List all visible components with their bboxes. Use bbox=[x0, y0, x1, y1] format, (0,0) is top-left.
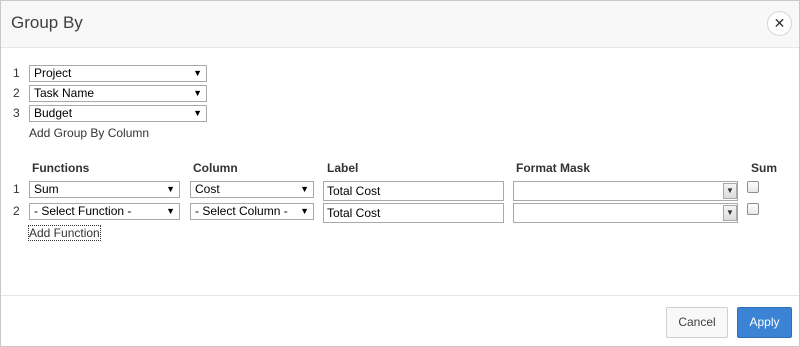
function-row-number: 2 bbox=[13, 204, 20, 218]
group-by-select-3[interactable]: Budget ▼ bbox=[29, 105, 207, 122]
group-by-row-number: 2 bbox=[13, 86, 20, 100]
label-input-1[interactable]: Total Cost bbox=[323, 181, 504, 201]
function-select-value: Sum bbox=[34, 182, 59, 196]
close-icon: ✕ bbox=[773, 15, 786, 31]
column-select-value: - Select Column - bbox=[195, 204, 288, 218]
header-label: Label bbox=[327, 161, 359, 175]
group-by-select-value: Budget bbox=[34, 106, 73, 120]
function-select-1[interactable]: Sum ▼ bbox=[29, 181, 180, 198]
format-mask-dropdown-button[interactable]: ▼ bbox=[723, 205, 737, 221]
header-column: Column bbox=[193, 161, 238, 175]
group-by-row-number: 1 bbox=[13, 66, 20, 80]
add-group-by-column-link[interactable]: Add Group By Column bbox=[29, 126, 149, 140]
cancel-button[interactable]: Cancel bbox=[666, 307, 728, 338]
sum-checkbox-1[interactable] bbox=[747, 181, 759, 193]
sum-checkbox-2[interactable] bbox=[747, 203, 759, 215]
group-by-dialog: Group By ✕ 1 Project ▼ 2 Task Name ▼ 3 B… bbox=[0, 0, 800, 347]
header-sum: Sum bbox=[751, 161, 778, 175]
dropdown-arrow-icon: ▼ bbox=[166, 206, 175, 216]
chevron-down-icon: ▼ bbox=[726, 208, 734, 217]
format-mask-dropdown-button[interactable]: ▼ bbox=[723, 183, 737, 199]
dropdown-arrow-icon: ▼ bbox=[300, 206, 309, 216]
footer-divider bbox=[1, 295, 799, 296]
group-by-select-2[interactable]: Task Name ▼ bbox=[29, 85, 207, 102]
dropdown-arrow-icon: ▼ bbox=[300, 184, 309, 194]
group-by-select-value: Task Name bbox=[34, 86, 95, 100]
label-input-2[interactable]: Total Cost bbox=[323, 203, 504, 223]
column-select-value: Cost bbox=[195, 182, 220, 196]
apply-button[interactable]: Apply bbox=[737, 307, 792, 338]
format-mask-input-1[interactable]: ▼ bbox=[513, 181, 738, 201]
format-mask-input-2[interactable]: ▼ bbox=[513, 203, 738, 223]
function-select-2[interactable]: - Select Function - ▼ bbox=[29, 203, 180, 220]
column-select-1[interactable]: Cost ▼ bbox=[190, 181, 314, 198]
group-by-row-number: 3 bbox=[13, 106, 20, 120]
column-select-2[interactable]: - Select Column - ▼ bbox=[190, 203, 314, 220]
dropdown-arrow-icon: ▼ bbox=[193, 88, 202, 98]
function-row-number: 1 bbox=[13, 182, 20, 196]
dropdown-arrow-icon: ▼ bbox=[193, 108, 202, 118]
group-by-select-value: Project bbox=[34, 66, 72, 80]
dropdown-arrow-icon: ▼ bbox=[166, 184, 175, 194]
function-select-value: - Select Function - bbox=[34, 204, 132, 218]
dropdown-arrow-icon: ▼ bbox=[193, 68, 202, 78]
header-functions: Functions bbox=[32, 161, 90, 175]
header-format-mask: Format Mask bbox=[516, 161, 591, 175]
chevron-down-icon: ▼ bbox=[726, 186, 734, 195]
dialog-title: Group By bbox=[11, 13, 83, 32]
group-by-select-1[interactable]: Project ▼ bbox=[29, 65, 207, 82]
dialog-titlebar: Group By ✕ bbox=[1, 1, 799, 48]
add-function-link[interactable]: Add Function bbox=[28, 225, 101, 241]
close-button[interactable]: ✕ bbox=[767, 11, 792, 36]
